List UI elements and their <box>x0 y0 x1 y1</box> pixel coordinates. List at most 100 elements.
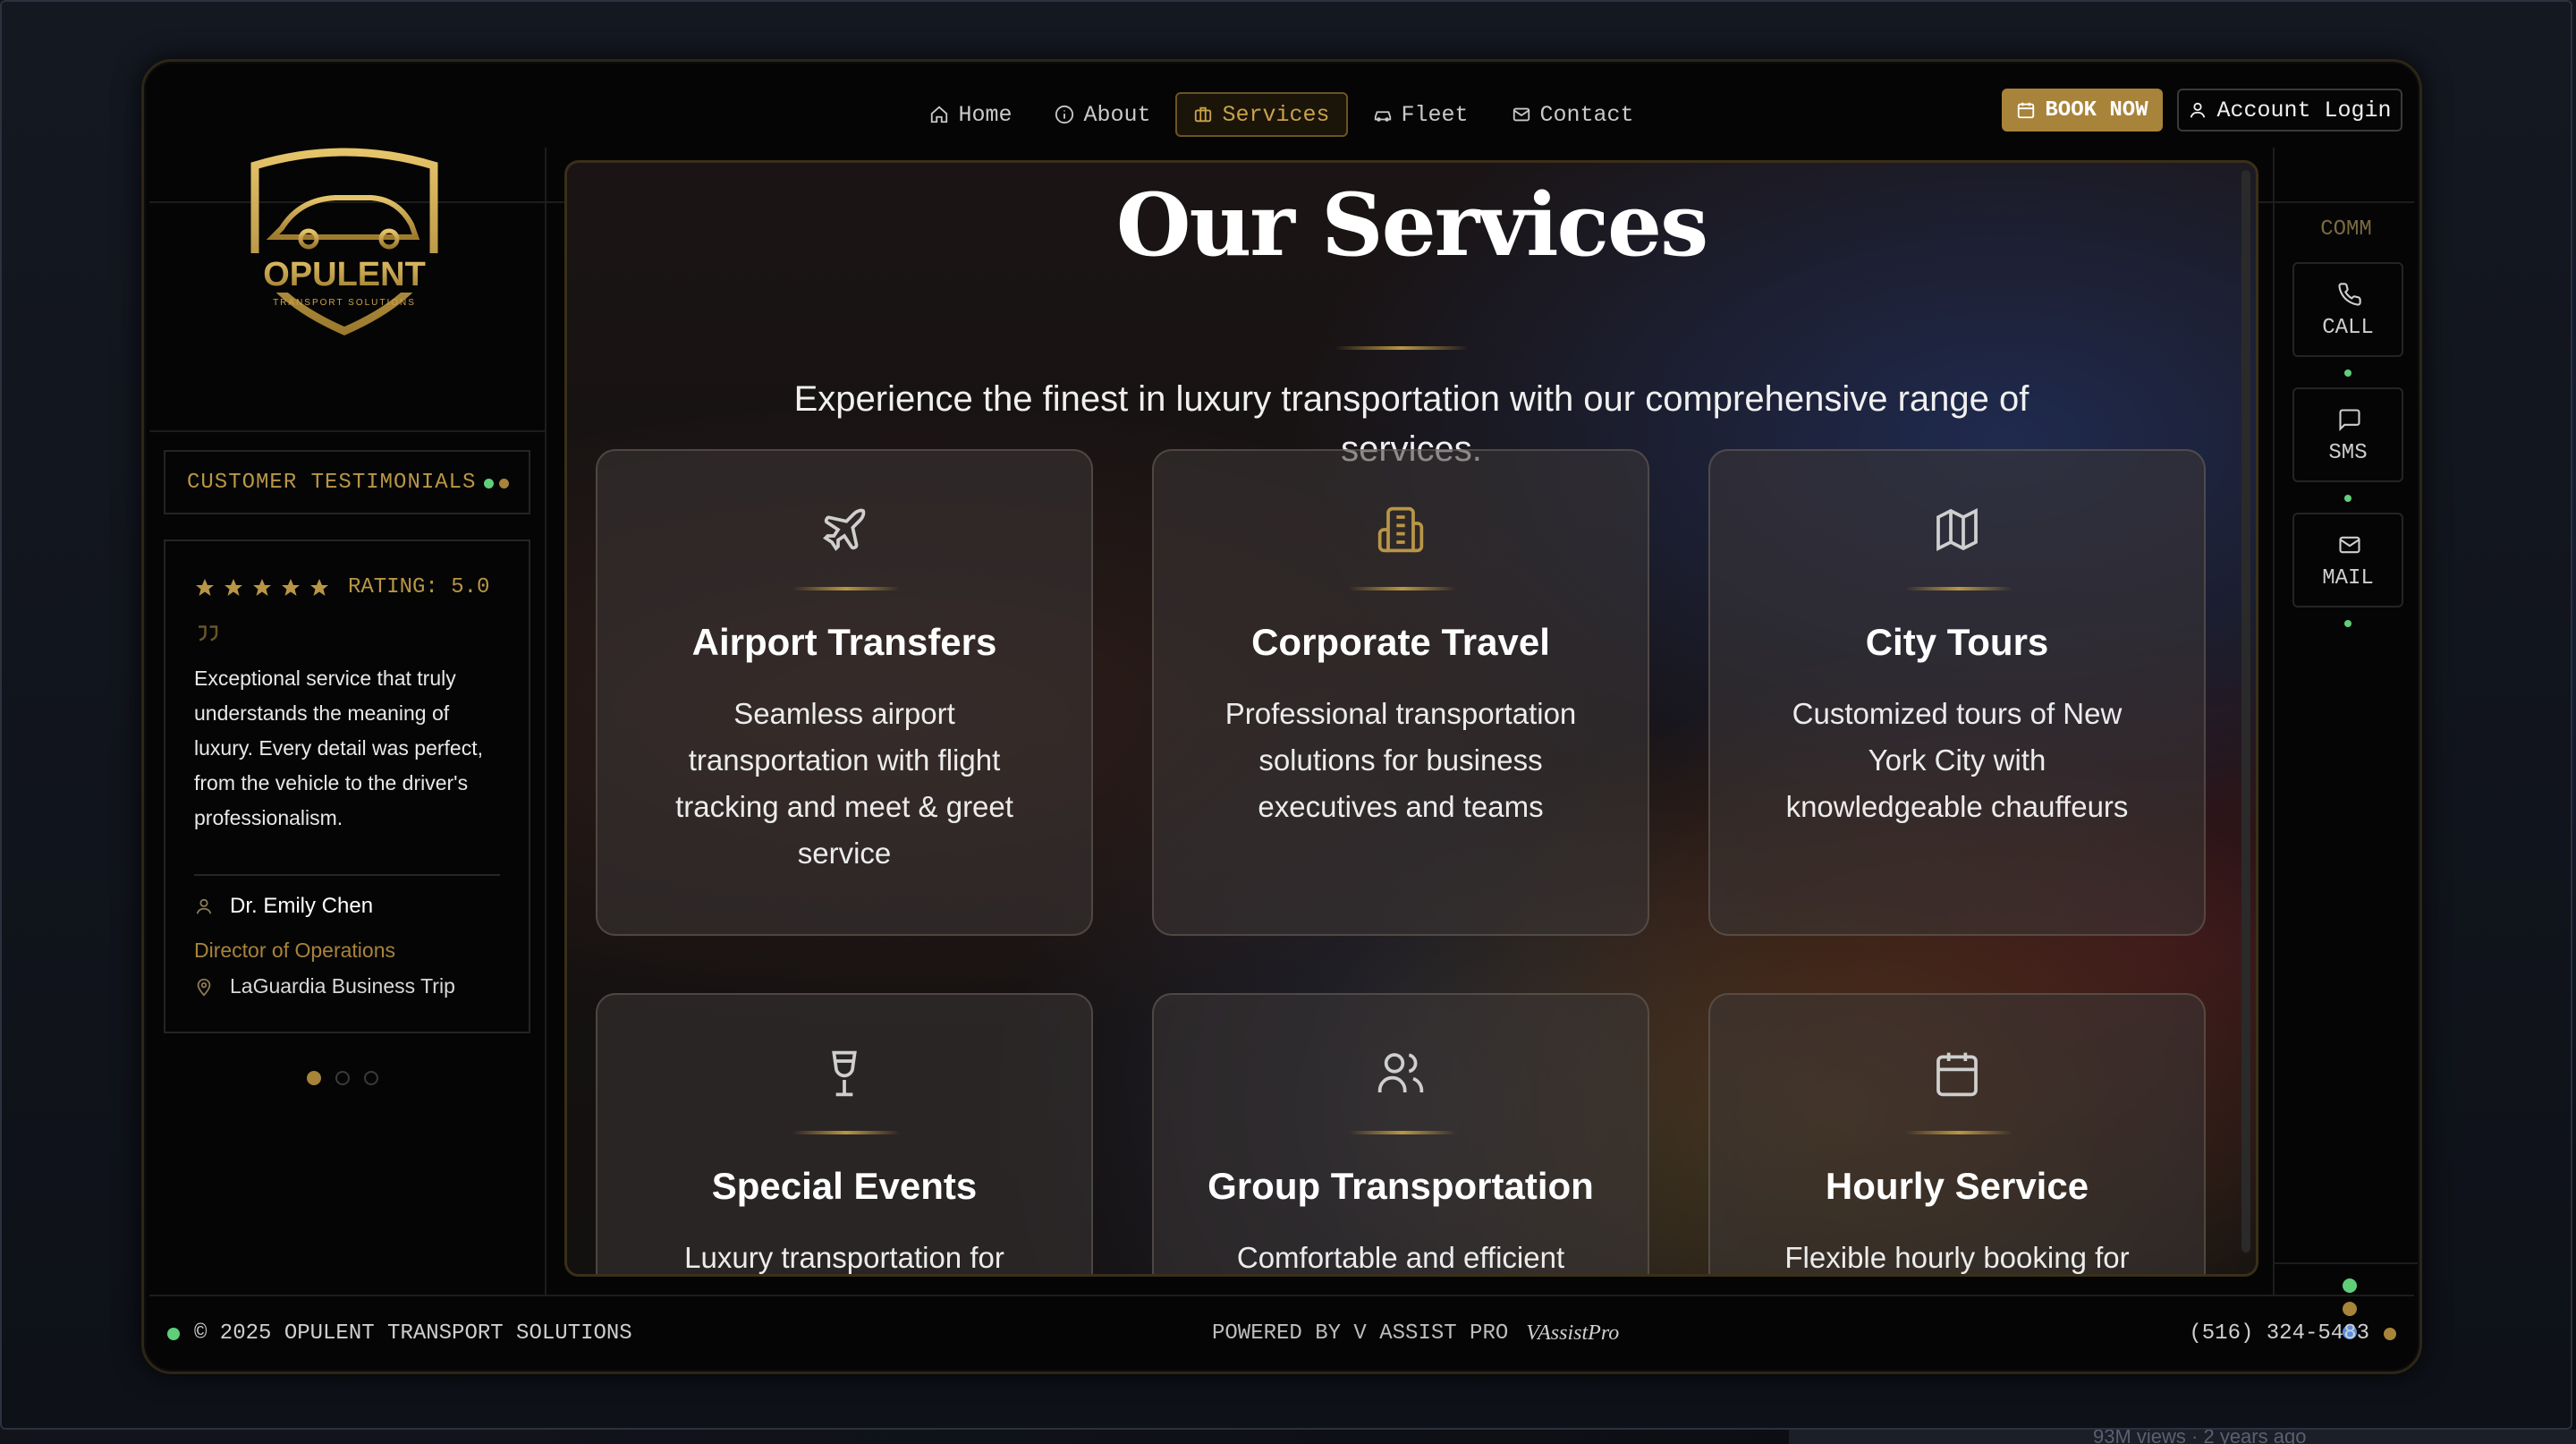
live-indicator <box>484 479 509 488</box>
service-title: Hourly Service <box>1825 1165 2089 1207</box>
author-name: Dr. Emily Chen <box>230 894 374 918</box>
nav-fleet-label: Fleet <box>1401 101 1469 128</box>
testimonials-title: CUSTOMER TESTIMONIALS <box>187 470 477 495</box>
service-card-airport[interactable]: Airport Transfers Seamless airport trans… <box>596 449 1093 936</box>
status-dot <box>2344 369 2351 377</box>
call-button[interactable]: CALL <box>2292 262 2403 357</box>
mail-label: MAIL <box>2322 566 2374 590</box>
star-icon <box>253 578 271 596</box>
testimonial-quote: Exceptional service that truly understan… <box>194 667 483 829</box>
phone-icon <box>2338 283 2361 306</box>
nav-services-label: Services <box>1222 101 1330 128</box>
service-description: Customized tours of New York City with k… <box>1785 697 2129 823</box>
account-login-button[interactable]: Account Login <box>2177 89 2402 132</box>
service-description: Comfortable and efficient <box>1236 1241 1565 1274</box>
status-dot <box>2384 1327 2396 1340</box>
nav-contact-label: Contact <box>1539 101 1634 128</box>
card-accent-line <box>1349 1131 1456 1134</box>
testimonial-trip: LaGuardia Business Trip <box>194 974 455 998</box>
map-icon <box>1936 507 1978 552</box>
comm-title: COMM <box>2320 217 2372 242</box>
testimonial-author: Dr. Emily Chen <box>194 894 373 919</box>
footer: © 2025 OPULENT TRANSPORT SOLUTIONS POWER… <box>149 1295 2414 1372</box>
briefcase-icon <box>1195 106 1212 123</box>
card-accent-line <box>792 587 900 590</box>
nav-fleet[interactable]: Fleet <box>1355 92 1487 137</box>
users-icon <box>1377 1053 1424 1092</box>
info-icon <box>1055 105 1074 124</box>
service-card-special-events[interactable]: Special Events Luxury transportation for <box>596 993 1093 1274</box>
title-underline <box>1335 346 1469 350</box>
divider <box>149 430 545 432</box>
footer-phone[interactable]: (516) 324-5483 <box>2189 1321 2396 1346</box>
service-card-corporate[interactable]: Corporate Travel Professional transporta… <box>1152 449 1649 936</box>
powered-by-text: POWERED BY V ASSIST PRO <box>1212 1321 1509 1346</box>
service-title: Corporate Travel <box>1251 621 1550 663</box>
sms-button[interactable]: SMS <box>2292 387 2403 482</box>
rating-label: RATING: 5.0 <box>348 575 490 599</box>
brand-logo[interactable]: OPULENT TRANSPORT SOLUTIONS <box>237 148 452 336</box>
home-icon <box>931 106 948 123</box>
service-description: Luxury transportation for <box>684 1241 1004 1274</box>
testimonial-card: RATING: 5.0 Exceptional service that tru… <box>164 539 530 1033</box>
service-description: Flexible hourly booking for <box>1784 1241 2130 1274</box>
comm-sidebar: COMM CALL SMS MAIL <box>2273 148 2418 1339</box>
service-card-hourly[interactable]: Hourly Service Flexible hourly booking f… <box>1708 993 2206 1274</box>
mail-icon <box>1513 107 1530 122</box>
star-icon <box>310 578 328 596</box>
pager-dot-3[interactable] <box>364 1071 378 1085</box>
service-card-group[interactable]: Group Transportation Comfortable and eff… <box>1152 993 1649 1274</box>
pager-dot-1[interactable] <box>307 1071 321 1085</box>
phone-number: (516) 324-5483 <box>2189 1321 2369 1346</box>
brand-tagline: TRANSPORT SOLUTIONS <box>273 298 416 308</box>
service-card-city-tours[interactable]: City Tours Customized tours of New York … <box>1708 449 2206 936</box>
scrollbar[interactable] <box>2241 170 2250 1253</box>
nav-contact[interactable]: Contact <box>1494 92 1652 137</box>
calendar-icon <box>1936 1052 1978 1097</box>
message-icon <box>2339 409 2360 432</box>
left-sidebar: OPULENT TRANSPORT SOLUTIONS CUSTOMER TES… <box>149 148 547 1295</box>
card-accent-line <box>792 1131 900 1134</box>
car-icon <box>1374 111 1391 122</box>
service-title: Airport Transfers <box>691 621 997 663</box>
service-description: Seamless airport transportation with fli… <box>675 697 1013 870</box>
card-accent-line <box>1905 1131 2012 1134</box>
user-icon <box>2190 102 2206 118</box>
map-pin-icon <box>197 978 211 996</box>
book-now-label: BOOK NOW <box>2045 98 2148 123</box>
testimonial-pager <box>307 1071 378 1085</box>
card-accent-line <box>1349 587 1456 590</box>
footer-copyright: © 2025 OPULENT TRANSPORT SOLUTIONS <box>167 1321 632 1346</box>
mail-button[interactable]: MAIL <box>2292 513 2403 607</box>
building-icon <box>1377 506 1424 553</box>
sms-label: SMS <box>2328 441 2368 465</box>
background-page-strip: 93M views · 2 years ago <box>1789 1430 2576 1444</box>
nav-home[interactable]: Home <box>911 92 1030 137</box>
call-label: CALL <box>2322 316 2374 340</box>
testimonials-header: CUSTOMER TESTIMONIALS <box>164 450 530 514</box>
pager-dot-2[interactable] <box>335 1071 350 1085</box>
services-panel: Our Services Experience the finest in lu… <box>564 160 2258 1277</box>
nav-services[interactable]: Services <box>1175 92 1348 137</box>
divider <box>2275 1262 2418 1264</box>
plane-icon <box>823 508 866 551</box>
card-accent-line <box>1905 587 2012 590</box>
nav-about[interactable]: About <box>1037 92 1168 137</box>
book-now-button[interactable]: BOOK NOW <box>2002 89 2163 132</box>
mail-icon <box>2339 536 2360 554</box>
vassist-logo: VAssistPro <box>1526 1321 1620 1345</box>
star-icon <box>225 578 242 596</box>
service-title: Group Transportation <box>1208 1165 1594 1207</box>
status-dot <box>167 1327 180 1340</box>
service-title: City Tours <box>1865 621 2049 663</box>
copyright-text: © 2025 OPULENT TRANSPORT SOLUTIONS <box>194 1321 632 1346</box>
account-login-label: Account Login <box>2216 97 2392 123</box>
quote-icon <box>199 625 218 641</box>
star-icon <box>196 578 214 596</box>
star-icon <box>282 578 300 596</box>
footer-powered-by[interactable]: POWERED BY V ASSIST PRO VAssistPro <box>1212 1321 1619 1346</box>
page-title: Our Services <box>1115 174 1708 276</box>
status-dot <box>2344 495 2351 502</box>
service-title: Special Events <box>711 1165 978 1207</box>
star-rating: RATING: 5.0 <box>194 575 489 599</box>
